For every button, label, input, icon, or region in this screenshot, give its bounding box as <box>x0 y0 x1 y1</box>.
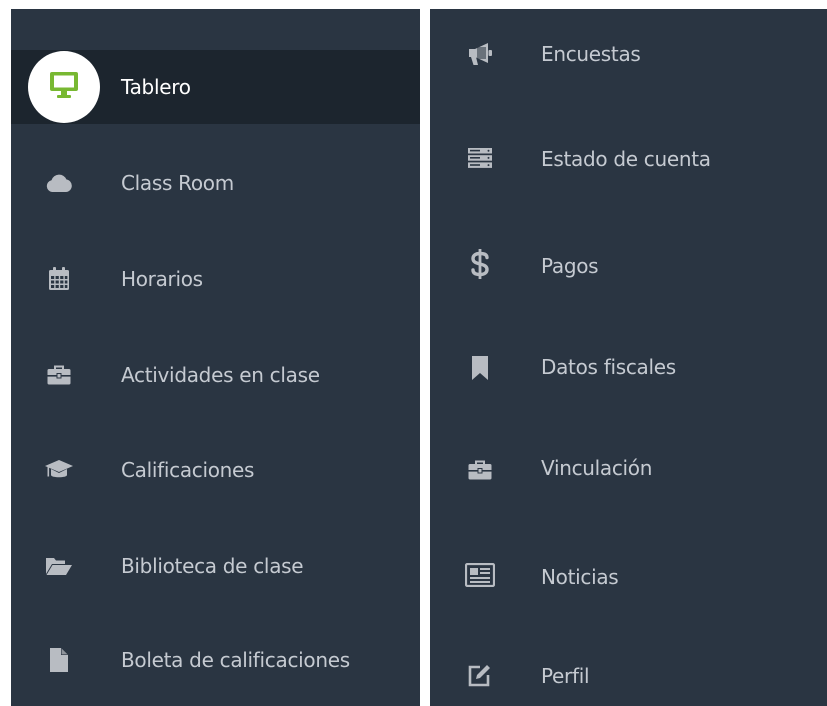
bullhorn-icon <box>465 39 495 69</box>
menu-item-biblioteca-de-clase[interactable]: Biblioteca de clase <box>11 520 420 612</box>
menu-item-encuestas[interactable]: Encuestas <box>430 9 827 103</box>
file-icon <box>42 643 76 677</box>
menu-item-perfil[interactable]: Perfil <box>430 633 827 706</box>
menu-item-actividades-en-clase[interactable]: Actividades en clase <box>11 329 420 421</box>
folder-open-icon <box>42 549 76 583</box>
briefcase-icon <box>465 455 495 485</box>
menu-label-vinculacion: Vinculación <box>541 456 653 480</box>
menu-item-horarios[interactable]: Horarios <box>11 233 420 325</box>
menu-label-estado-de-cuenta: Estado de cuenta <box>541 147 711 171</box>
menu-label-encuestas: Encuestas <box>541 42 641 66</box>
menu-label-calificaciones: Calificaciones <box>121 458 255 482</box>
menu-label-boleta: Boleta de calificaciones <box>121 648 350 672</box>
edit-icon <box>465 661 495 691</box>
active-indicator <box>28 51 100 123</box>
menu-item-datos-fiscales[interactable]: Datos fiscales <box>430 321 827 417</box>
menu-item-pagos[interactable]: Pagos <box>430 217 827 313</box>
menu-label-pagos: Pagos <box>541 254 599 278</box>
dollar-icon <box>465 249 495 279</box>
menu-item-boleta-de-calificaciones[interactable]: Boleta de calificaciones <box>11 614 420 706</box>
menu-label-perfil: Perfil <box>541 664 590 688</box>
menu-item-calificaciones[interactable]: Calificaciones <box>11 424 420 516</box>
menu-item-noticias[interactable]: Noticias <box>430 529 827 625</box>
bookmark-icon <box>465 353 495 383</box>
right-sidebar-menu: Encuestas Estado de cuenta Pagos Datos f… <box>430 9 827 706</box>
menu-label-tablero: Tablero <box>121 75 191 99</box>
monitor-icon <box>49 71 79 103</box>
menu-label-biblioteca: Biblioteca de clase <box>121 554 304 578</box>
menu-label-noticias: Noticias <box>541 565 619 589</box>
menu-item-vinculacion[interactable]: Vinculación <box>430 425 827 521</box>
briefcase-icon <box>42 358 76 392</box>
left-sidebar-menu: Tablero Class Room Horarios Actividades … <box>11 9 420 706</box>
calendar-icon <box>42 262 76 296</box>
menu-label-horarios: Horarios <box>121 267 203 291</box>
menu-item-estado-de-cuenta[interactable]: Estado de cuenta <box>430 113 827 209</box>
menu-label-class-room: Class Room <box>121 171 234 195</box>
graduation-cap-icon <box>42 453 76 487</box>
cloud-icon <box>42 166 76 200</box>
menu-item-tablero[interactable]: Tablero <box>11 50 420 124</box>
server-icon <box>465 143 495 173</box>
newspaper-icon <box>465 560 495 590</box>
menu-item-class-room[interactable]: Class Room <box>11 137 420 229</box>
menu-label-actividades: Actividades en clase <box>121 363 320 387</box>
menu-label-datos-fiscales: Datos fiscales <box>541 355 676 379</box>
